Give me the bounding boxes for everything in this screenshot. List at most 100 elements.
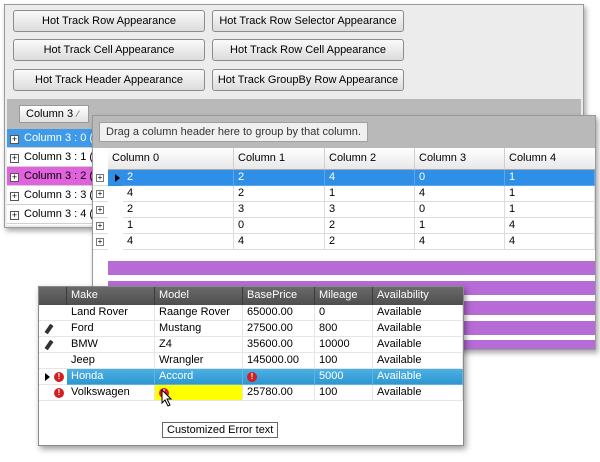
cell[interactable]: 1 (505, 170, 595, 186)
table-row-selected[interactable]: ! Honda Accord ! 5000 Available (39, 369, 463, 385)
cell-baseprice[interactable]: 25780.00 (243, 385, 315, 401)
expand-plus-icon[interactable]: + (96, 174, 104, 182)
column-header-0[interactable]: Column 0 (108, 148, 234, 170)
cell[interactable]: 4 (123, 186, 234, 202)
group-drop-area[interactable]: Drag a column header here to group by th… (93, 116, 595, 148)
cell[interactable]: 4 (415, 186, 505, 202)
expand-plus-icon[interactable]: + (96, 238, 104, 246)
collapsed-group-row[interactable] (108, 261, 595, 275)
cell-baseprice[interactable]: 145000.00 (243, 353, 315, 369)
cell-baseprice[interactable]: 35600.00 (243, 337, 315, 353)
cell[interactable]: 4 (505, 234, 595, 250)
cell[interactable]: 3 (325, 202, 415, 218)
cell[interactable]: 2 (123, 170, 234, 186)
groupby-row[interactable]: + Column 3 : 1 (2) (7, 148, 99, 167)
cell[interactable]: 2 (325, 218, 415, 234)
cell[interactable]: 4 (234, 234, 325, 250)
column-header-availability[interactable]: Availability (373, 287, 463, 305)
cell-mileage[interactable]: 10000 (315, 337, 373, 353)
cell-make[interactable]: Ford (67, 321, 155, 337)
table-row[interactable]: Ford Mustang 27500.00 800 Available (39, 321, 463, 337)
column-header-make[interactable]: Make (67, 287, 155, 305)
hot-track-groupby-row-button[interactable]: Hot Track GroupBy Row Appearance (212, 69, 404, 91)
groupby-column-tab[interactable]: Column 3 ⁄ (19, 105, 89, 123)
hot-track-row-cell-button[interactable]: Hot Track Row Cell Appearance (212, 39, 404, 61)
cell[interactable]: 0 (415, 170, 505, 186)
column-header-3[interactable]: Column 3 (415, 148, 505, 170)
cell-availability[interactable]: Available (373, 353, 463, 369)
column-header-baseprice[interactable]: BasePrice (243, 287, 315, 305)
cell-model[interactable]: Accord (155, 369, 243, 385)
cell-make[interactable]: BMW (67, 337, 155, 353)
cell-availability[interactable]: Available (373, 321, 463, 337)
groupby-row[interactable]: + Column 3 : 3 (1) (7, 186, 99, 205)
cell-model[interactable]: Z4 (155, 337, 243, 353)
cell-availability[interactable]: Available (373, 305, 463, 321)
hot-track-cell-appearance-button[interactable]: Hot Track Cell Appearance (13, 39, 205, 61)
cell-mileage[interactable]: 5000 (315, 369, 373, 385)
cell[interactable]: 1 (325, 186, 415, 202)
expand-plus-icon[interactable]: + (10, 192, 19, 201)
table-row[interactable]: BMW Z4 35600.00 10000 Available (39, 337, 463, 353)
expand-plus-icon[interactable]: + (96, 222, 104, 230)
hot-track-row-selector-button[interactable]: Hot Track Row Selector Appearance (212, 10, 404, 32)
expand-plus-icon[interactable]: + (10, 211, 19, 220)
column-header-2[interactable]: Column 2 (325, 148, 415, 170)
cell-make[interactable]: Volkswagen (67, 385, 155, 401)
cell-availability[interactable]: Available (373, 369, 463, 385)
cell-model[interactable]: Raange Rover (155, 305, 243, 321)
row-selector[interactable] (39, 353, 67, 369)
expand-plus-icon[interactable]: + (96, 206, 104, 214)
cell-availability[interactable]: Available (373, 337, 463, 353)
cell[interactable]: 1 (505, 202, 595, 218)
hot-track-header-button[interactable]: Hot Track Header Appearance (13, 69, 205, 91)
cell-mileage[interactable]: 0 (315, 305, 373, 321)
table-row[interactable]: + 4 4 2 4 4 (93, 234, 595, 250)
row-selector[interactable] (39, 305, 67, 321)
column-header-4[interactable]: Column 4 (505, 148, 595, 170)
cell[interactable]: 2 (234, 186, 325, 202)
row-selector-header[interactable] (39, 287, 67, 305)
cell-model[interactable]: Mustang (155, 321, 243, 337)
row-selector[interactable] (39, 337, 67, 353)
cell[interactable]: 2 (234, 170, 325, 186)
cell[interactable]: 1 (505, 186, 595, 202)
cell-model[interactable]: Wrangler (155, 353, 243, 369)
table-row[interactable]: + 2 3 3 0 1 (93, 202, 595, 218)
cell-baseprice[interactable]: 27500.00 (243, 321, 315, 337)
row-selector[interactable]: ! (39, 369, 67, 385)
cell-make[interactable]: Honda (67, 369, 155, 385)
cell[interactable]: 0 (234, 218, 325, 234)
cell-baseprice[interactable]: ! (243, 369, 315, 385)
cell[interactable]: 1 (415, 218, 505, 234)
table-row[interactable]: Jeep Wrangler 145000.00 100 Available (39, 353, 463, 369)
row-selector[interactable]: ! (39, 385, 67, 401)
cell-mileage[interactable]: 100 (315, 353, 373, 369)
cell-make[interactable]: Jeep (67, 353, 155, 369)
table-row[interactable]: ! Volkswagen ! 25780.00 100 Available (39, 385, 463, 401)
cell-mileage[interactable]: 800 (315, 321, 373, 337)
groupby-row[interactable]: + Column 3 : 0 (2) (7, 129, 99, 148)
row-selector[interactable] (39, 321, 67, 337)
cell[interactable]: 4 (415, 234, 505, 250)
table-row[interactable]: + 4 2 1 4 1 (93, 186, 595, 202)
column-header-1[interactable]: Column 1 (234, 148, 325, 170)
cell-baseprice[interactable]: 65000.00 (243, 305, 315, 321)
cell[interactable]: 0 (415, 202, 505, 218)
expand-plus-icon[interactable]: + (10, 173, 19, 182)
groupby-row-hot-tracked[interactable]: + Column 3 : 2 (1) (7, 167, 99, 186)
groupby-row[interactable]: + Column 3 : 4 (2) (7, 205, 99, 224)
table-row-selected[interactable]: + 2 2 4 0 1 (93, 170, 595, 186)
cell[interactable]: 2 (325, 234, 415, 250)
table-row[interactable]: + 1 0 2 1 4 (93, 218, 595, 234)
cell[interactable]: 4 (123, 234, 234, 250)
expand-plus-icon[interactable]: + (10, 154, 19, 163)
column-header-model[interactable]: Model (155, 287, 243, 305)
expand-plus-icon[interactable]: + (10, 135, 19, 144)
cell[interactable]: 4 (325, 170, 415, 186)
cell[interactable]: 4 (505, 218, 595, 234)
cell[interactable]: 3 (234, 202, 325, 218)
hot-track-row-appearance-button[interactable]: Hot Track Row Appearance (13, 10, 205, 32)
column-header-mileage[interactable]: Mileage (315, 287, 373, 305)
cell[interactable]: 2 (123, 202, 234, 218)
